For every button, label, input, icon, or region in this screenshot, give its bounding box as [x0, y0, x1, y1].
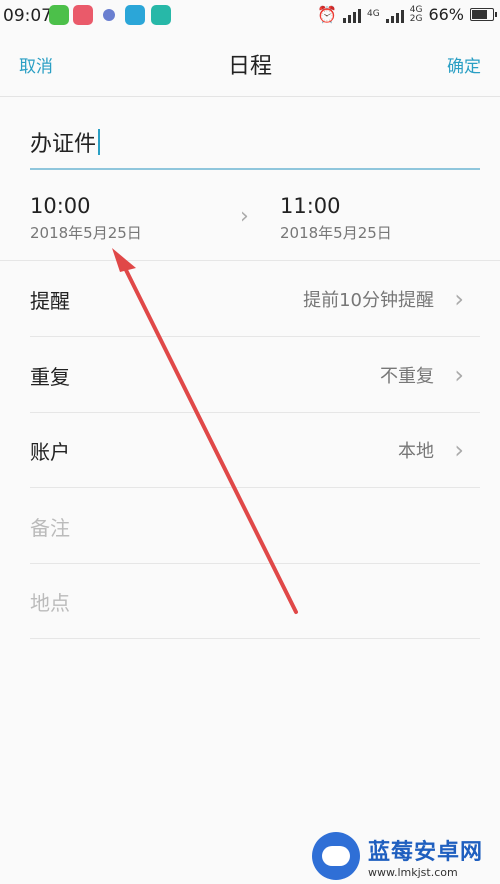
start-time-picker[interactable]: 10:00 2018年5月25日: [30, 194, 142, 243]
camera-app-icon: [125, 5, 145, 25]
end-time-picker[interactable]: 11:00 2018年5月25日: [280, 194, 392, 243]
shield-icon: [103, 9, 115, 21]
alarm-icon: ⏰: [317, 5, 338, 24]
watermark-url: www.lmkjst.com: [368, 865, 458, 879]
battery-percent: 66%: [428, 5, 464, 24]
reminder-row[interactable]: 提醒 提前10分钟提醒 ›: [30, 262, 480, 337]
confirm-button[interactable]: 确定: [447, 52, 481, 77]
chevron-right-icon: ›: [454, 436, 464, 464]
notes-placeholder: 备注: [30, 515, 70, 540]
network-type: 4G: [367, 9, 380, 19]
repeat-value: 不重复: [380, 366, 434, 387]
status-time: 09:07: [3, 6, 52, 26]
reminder-value: 提前10分钟提醒: [303, 290, 434, 311]
time-range-row: 10:00 2018年5月25日 › 11:00 2018年5月25日: [0, 172, 500, 261]
start-date: 2018年5月25日: [30, 224, 142, 242]
status-bar: 09:07 ⏰ 4G 4G 2G 66%: [0, 0, 500, 32]
reminder-label: 提醒: [30, 288, 70, 313]
mail-app-icon: [73, 5, 93, 25]
location-field[interactable]: 地点: [30, 564, 480, 639]
event-title-text: 办证件: [30, 132, 97, 157]
repeat-row[interactable]: 重复 不重复 ›: [30, 338, 480, 413]
watermark-logo-icon: [312, 832, 360, 880]
network-type-2: 4G 2G: [409, 4, 423, 24]
location-placeholder: 地点: [30, 590, 70, 615]
watermark: 蓝莓安卓网 www.lmkjst.com: [312, 832, 483, 880]
title-bar: 取消 日程 确定: [0, 32, 500, 97]
signal-icon: [343, 7, 362, 23]
status-indicators: ⏰ 4G 4G 2G 66%: [317, 4, 497, 24]
chevron-right-icon: ›: [240, 204, 249, 229]
account-value: 本地: [398, 441, 434, 462]
chevron-right-icon: ›: [454, 361, 464, 389]
signal-icon-2: [385, 7, 404, 23]
end-time: 11:00: [280, 194, 341, 218]
repeat-label: 重复: [30, 364, 70, 389]
event-title-input[interactable]: 办证件: [30, 116, 480, 170]
scan-app-icon: [151, 5, 171, 25]
account-label: 账户: [30, 439, 70, 464]
chevron-right-icon: ›: [454, 285, 464, 313]
text-caret: [98, 129, 101, 155]
end-date: 2018年5月25日: [280, 224, 392, 242]
page-title: 日程: [227, 54, 272, 79]
notes-field[interactable]: 备注: [30, 489, 480, 564]
battery-icon: [470, 8, 497, 21]
watermark-name: 蓝莓安卓网: [368, 839, 484, 865]
start-time: 10:00: [30, 194, 91, 218]
account-row[interactable]: 账户 本地 ›: [30, 413, 480, 488]
security-app-icon: [49, 5, 69, 25]
